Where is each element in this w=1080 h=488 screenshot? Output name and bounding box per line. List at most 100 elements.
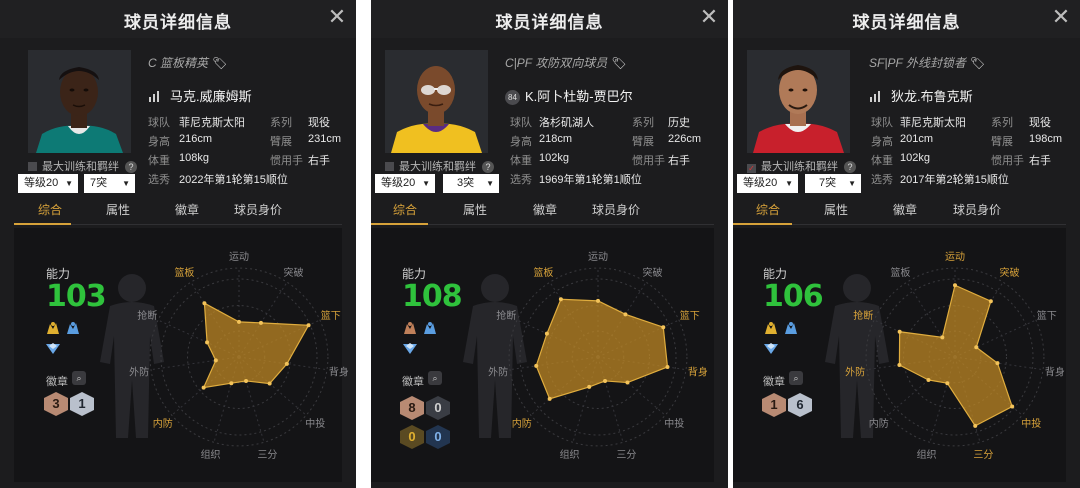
training-checkbox-checked[interactable]: ✓ [747,164,756,173]
jersey-number-badge: 84 [505,90,520,105]
player-portrait [385,50,488,153]
help-icon[interactable]: ? [125,161,137,173]
ability-value: 106 [763,279,824,314]
training-checkbox[interactable] [28,162,37,171]
wingspan-label: 臂展 [632,136,654,148]
max-training-toggle[interactable]: ✓ 最大训练和羁绊? [747,158,856,174]
radar-label: 运动 [588,251,608,263]
radar-area [898,284,1013,427]
trait-icon[interactable] [421,320,439,336]
radar-chart: 运动突破篮下背身中投三分 组织 内防 外防 抢断 篮板 [129,251,349,461]
radar-label: 运动 [229,251,249,263]
close-icon[interactable]: ✕ [326,6,348,28]
max-training-toggle[interactable]: 最大训练和羁绊? [28,158,137,174]
trait-icon[interactable] [762,320,780,336]
radar-point [596,298,600,303]
radar-label: 外防 [845,365,865,378]
tab-underline [14,223,71,225]
player-name-row: 狄龙.布鲁克斯 [869,86,973,105]
badges-label: 徽章 [402,376,424,388]
tab-player-value[interactable]: 球员身价 [953,201,1001,218]
draft-label: 选秀 [510,174,532,186]
player-portrait [747,50,850,153]
team-label: 球队 [871,117,893,129]
radar-label: 外防 [488,365,508,378]
weight-label: 体重 [510,155,532,167]
radar-point [587,384,592,389]
radar-point [665,364,670,369]
trait-icon[interactable] [762,340,780,356]
radar-label: 篮下 [1037,309,1057,322]
radar-label: 突破 [1000,266,1020,279]
break-select[interactable]: 7突 ▼ [84,174,135,193]
radar-point [205,340,210,345]
level-select[interactable]: 等级20 ▼ [18,174,78,193]
break-select[interactable]: 3突 ▼ [443,174,499,193]
tab-underline [371,223,428,225]
trait-icon[interactable] [44,320,62,336]
weight-value: 102kg [539,152,569,164]
search-icon[interactable]: ⌕ [428,371,442,385]
weight-value: 102kg [900,152,930,164]
position-text: C|PF 攻防双向球员 [505,56,608,70]
player-panel-3: 球员详细信息 ✕ SF|PF 外线封锁者 🏷 狄龙.布鲁克斯 球队 菲尼克斯太阳 … [733,0,1080,488]
radar-label: 篮下 [321,309,341,322]
radar-point [995,361,1000,366]
search-icon[interactable]: ⌕ [789,371,803,385]
tab-attributes[interactable]: 属性 [463,201,487,218]
hand-label: 惯用手 [632,155,665,167]
tab-badges[interactable]: 徽章 [175,201,199,218]
draft-label: 选秀 [148,174,170,186]
radar-point [229,381,234,386]
tab-player-value[interactable]: 球员身价 [234,201,282,218]
tab-overview[interactable]: 综合 [393,201,417,218]
help-icon[interactable]: ? [482,161,494,173]
trait-icon[interactable] [401,340,419,356]
trait-icon[interactable] [401,320,419,336]
level-select[interactable]: 等级20 ▼ [375,174,435,193]
trait-icon[interactable] [782,320,800,336]
radar-point [603,378,608,383]
radar-point [945,381,950,386]
close-icon[interactable]: ✕ [1050,6,1072,28]
close-icon[interactable]: ✕ [698,6,720,28]
trait-icon[interactable] [44,340,62,356]
tab-badges[interactable]: 徽章 [893,201,917,218]
radar-label: 抢断 [137,309,157,322]
tab-attributes[interactable]: 属性 [824,201,848,218]
radar-label: 外防 [129,365,149,378]
wingspan-value: 231cm [308,133,342,145]
training-checkbox[interactable] [385,162,394,171]
tag-icon: 🏷 [969,56,986,70]
tag-icon: 🏷 [212,56,228,70]
level-select[interactable]: 等级20 ▼ [737,174,798,193]
height-label: 身高 [871,136,893,148]
tab-player-value[interactable]: 球员身价 [592,201,640,218]
tab-badges[interactable]: 徽章 [533,201,557,218]
radar-point [953,283,957,288]
radar-label: 三分 [257,449,277,461]
player-panel-2: 球员详细信息 ✕ C|PF 攻防双向球员 🏷 84 K.阿卜杜勒-贾巴尔 球队 洛杉… [371,0,728,488]
radar-label: 内防 [869,417,889,430]
trait-icon[interactable] [64,320,82,336]
series-label: 系列 [632,117,654,129]
radar-label: 篮板 [533,266,553,279]
panel-title: 球员详细信息 [124,13,232,32]
position-line: SF|PF 外线封锁者 🏷 [869,54,985,71]
player-name: K.阿卜杜勒-贾巴尔 [525,89,633,104]
tab-overview[interactable]: 综合 [38,201,62,218]
radar-point [202,301,207,306]
wingspan-value: 226cm [668,133,702,145]
tab-overview[interactable]: 综合 [756,201,780,218]
radar-label: 中投 [305,417,325,430]
radar-point [201,385,206,390]
help-icon[interactable]: ? [844,161,856,173]
radar-label: 内防 [512,417,532,430]
break-select[interactable]: 7突 ▼ [805,174,861,193]
search-icon[interactable]: ⌕ [72,371,86,385]
max-training-toggle[interactable]: 最大训练和羁绊? [385,158,494,174]
radar-point [926,377,931,382]
height-value: 201cm [900,133,934,145]
tab-attributes[interactable]: 属性 [106,201,130,218]
wingspan-label: 臂展 [991,136,1013,148]
